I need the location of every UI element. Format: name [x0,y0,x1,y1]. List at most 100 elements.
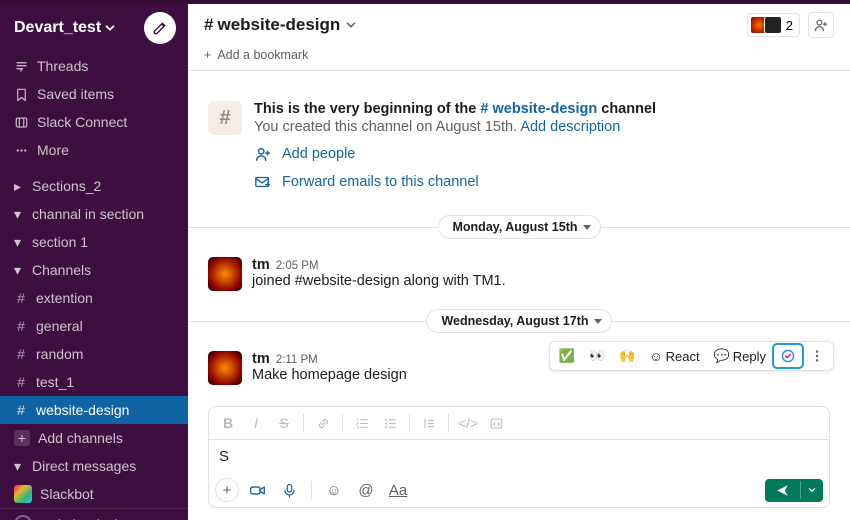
forward-emails-action[interactable]: Forward emails to this channel [254,173,656,191]
audio-button[interactable] [275,477,303,503]
video-button[interactable] [243,477,271,503]
channel-item-general[interactable]: #general [0,312,188,340]
chevron-down-icon [103,21,117,35]
dm-slackbot[interactable]: Slackbot [0,480,188,508]
channel-header: # website-design 2 [188,4,850,46]
caret-down-icon: ▾ [14,455,24,477]
app-icon [780,348,796,364]
sidebar-draft-row[interactable]: website-design [0,508,188,520]
nav-more[interactable]: More [0,136,188,164]
nav-label: More [37,139,69,161]
section-header-sections2[interactable]: ▸ Sections_2 [0,172,188,200]
reply-icon: 💬 [714,348,730,364]
section-label: channal in section [32,203,144,225]
reply-button[interactable]: 💬Reply [707,344,773,368]
send-options[interactable] [800,481,823,499]
person-plus-icon [254,145,272,163]
hash-icon: # [204,15,213,35]
channel-title[interactable]: # website-design [204,15,358,35]
date-pill[interactable]: Monday, August 15th [438,215,601,239]
italic-button[interactable]: I [243,411,269,435]
channels-header[interactable]: ▾ Channels [0,256,188,284]
message-hover-actions: ✅ 👀 🙌 ☺React 💬Reply [549,341,834,371]
strike-button[interactable]: S [271,411,297,435]
ol-button[interactable] [349,411,375,435]
attach-button[interactable]: + [215,478,239,502]
date-divider: Wednesday, August 17th [188,309,850,333]
members-pill[interactable]: 2 [747,13,800,37]
compose-button[interactable] [144,12,176,44]
code-button[interactable]: </> [455,411,481,435]
caret-down-icon: ▾ [14,203,24,225]
add-channels[interactable]: +Add channels [0,424,188,452]
nav-label: Saved items [37,83,114,105]
section-header-section1[interactable]: ▾ section 1 [0,228,188,256]
date-pill[interactable]: Wednesday, August 17th [426,309,611,333]
sidebar-draft-label: website-design [40,516,133,520]
hash-icon: # [14,371,28,393]
mail-forward-icon [254,173,272,191]
ul-button[interactable] [377,411,403,435]
workspace-switcher[interactable]: Devart_test [14,19,117,37]
channel-item-website-design[interactable]: #website-design [0,396,188,424]
react-check-button[interactable]: ✅ [552,344,582,368]
bookmark-bar[interactable]: + Add a bookmark [188,46,850,71]
codeblock-icon [489,416,504,431]
nav-threads[interactable]: Threads [0,52,188,80]
send-button[interactable] [765,479,823,502]
chevron-down-icon [344,18,358,32]
plus-icon: + [14,430,30,446]
section-label: section 1 [32,231,88,253]
intro-channel-link[interactable]: # website-design [480,101,597,117]
hash-icon: # [14,343,28,365]
codeblock-button[interactable] [483,411,509,435]
avatar[interactable] [208,351,242,385]
message-user[interactable]: tm [252,351,270,367]
react-button[interactable]: ☺React [642,345,706,368]
channel-name: extention [36,287,93,309]
mention-button[interactable]: @ [352,477,380,503]
quote-icon [422,416,437,431]
kebab-icon [810,349,824,363]
message-row[interactable]: tm2:05 PM joined #website-design along w… [188,253,850,295]
emoji-button[interactable]: ☺ [320,477,348,503]
dm-header[interactable]: ▾ Direct messages [0,452,188,480]
workspace-name: Devart_test [14,19,101,37]
quote-button[interactable] [416,411,442,435]
code-icon: </> [458,415,478,431]
channel-item-test1[interactable]: # test_1 [0,368,188,396]
slackbot-avatar [14,485,32,503]
add-people-action[interactable]: Add people [254,145,656,163]
nav-label: Threads [37,55,88,77]
channel-item-random[interactable]: #random [0,340,188,368]
avatar-stack [750,16,782,34]
messages-pane[interactable]: # This is the very beginning of the # we… [188,71,850,398]
channel-name: test_1 [36,371,74,393]
overflow-button[interactable] [803,345,831,367]
message-composer: B I S </> S + [208,406,830,508]
hash-icon: # [14,399,28,421]
link-icon [316,416,331,431]
nav-slack-connect[interactable]: Slack Connect [0,108,188,136]
format-toggle-button[interactable]: Aa [384,477,412,503]
channel-name: general [36,315,83,337]
react-hands-button[interactable]: 🙌 [612,344,642,368]
section-header-channal[interactable]: ▾ channal in section [0,200,188,228]
channel-item-extention[interactable]: # extention [0,284,188,312]
composer-actions: + ☺ @ Aa [209,473,829,507]
app-action-button[interactable] [773,344,803,368]
message-user[interactable]: tm [252,257,270,273]
hash-icon: # [14,287,28,309]
avatar[interactable] [208,257,242,291]
bookmark-icon [14,87,29,102]
send-icon [765,479,800,502]
composer-input[interactable]: S [209,440,829,473]
link-button[interactable] [310,411,336,435]
react-eyes-button[interactable]: 👀 [582,344,612,368]
smile-plus-icon: ☺ [649,349,662,364]
person-plus-icon [813,17,829,33]
bold-button[interactable]: B [215,411,241,435]
add-member-button[interactable] [808,12,834,38]
nav-saved[interactable]: Saved items [0,80,188,108]
add-description-link[interactable]: Add description [520,119,620,135]
